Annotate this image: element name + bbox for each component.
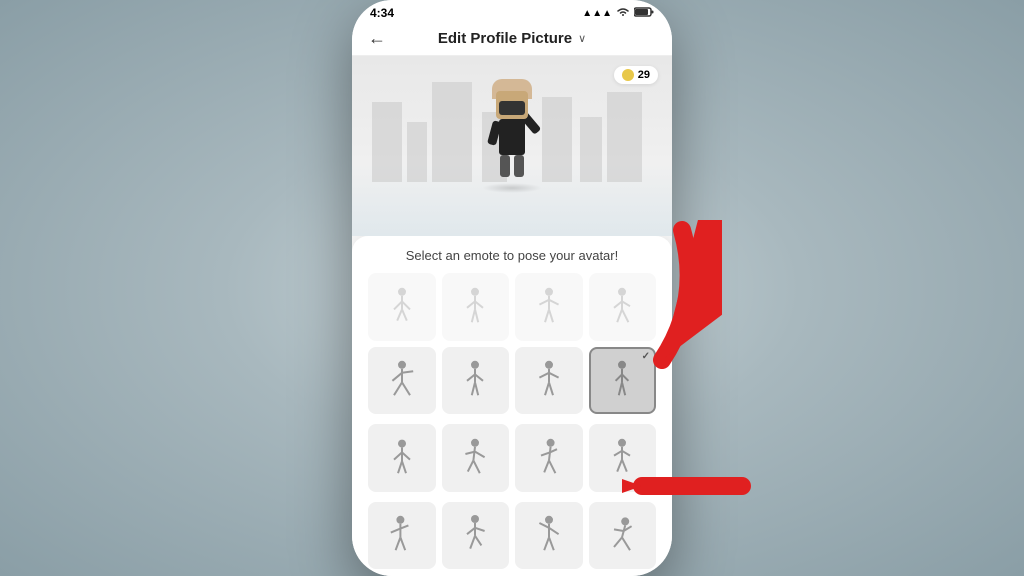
- emote-3[interactable]: [515, 347, 583, 415]
- page-title: Edit Profile Picture: [438, 30, 572, 47]
- emote-10[interactable]: [442, 502, 510, 570]
- status-time: 4:34: [370, 6, 394, 20]
- emote-figure-10: [459, 515, 491, 555]
- wifi-icon: [616, 7, 630, 20]
- emote-9[interactable]: [368, 502, 436, 570]
- emote-7[interactable]: [515, 424, 583, 492]
- emote-section: Select an emote to pose your avatar!: [352, 236, 672, 576]
- chevron-down-icon[interactable]: ∨: [578, 32, 586, 45]
- emote-figure-4: [606, 360, 638, 400]
- avatar-scene: 29: [352, 56, 672, 236]
- emote-figure-11: [533, 515, 565, 555]
- coin-badge: 29: [614, 66, 658, 84]
- emote-partial-2[interactable]: [442, 273, 510, 341]
- avatar-figure: [472, 71, 552, 191]
- avatar-legs: [500, 155, 524, 177]
- emote-figure-3: [533, 360, 565, 400]
- emote-4-selected[interactable]: [589, 347, 657, 415]
- emote-1[interactable]: [368, 347, 436, 415]
- signal-icon: ▲▲▲: [582, 8, 612, 19]
- emote-figure-5: [386, 438, 418, 478]
- avatar-shadow: [482, 183, 542, 193]
- emote-partial-3[interactable]: [515, 273, 583, 341]
- avatar-leg-right: [514, 155, 524, 177]
- emote-figure-12: [606, 515, 638, 555]
- status-bar: 4:34 ▲▲▲: [352, 0, 672, 22]
- emote-figure-7: [533, 438, 565, 478]
- avatar-body: [499, 119, 525, 155]
- battery-icon: [634, 7, 654, 20]
- emote-figure-p4: [606, 287, 638, 327]
- emote-8[interactable]: [589, 424, 657, 492]
- avatar-leg-left: [500, 155, 510, 177]
- back-button[interactable]: ←: [368, 28, 386, 49]
- emote-partial-1[interactable]: [368, 273, 436, 341]
- avatar-head: [496, 91, 528, 119]
- coin-count: 29: [638, 69, 650, 81]
- emote-figure-2: [459, 360, 491, 400]
- emote-2[interactable]: [442, 347, 510, 415]
- emote-row-partial: [368, 273, 656, 341]
- emote-grid-row1: [368, 347, 656, 415]
- emote-figure-1: [386, 360, 418, 400]
- emote-figure-8: [606, 438, 638, 478]
- emote-figure-6: [459, 438, 491, 478]
- emote-figure-p1: [386, 287, 418, 327]
- emote-6[interactable]: [442, 424, 510, 492]
- emote-partial-4[interactable]: [589, 273, 657, 341]
- emote-grid-row3: [368, 502, 656, 570]
- emote-5[interactable]: [368, 424, 436, 492]
- coin-icon: [622, 69, 634, 81]
- emote-prompt: Select an emote to pose your avatar!: [368, 248, 656, 263]
- avatar-mask: [499, 101, 525, 115]
- header: ← Edit Profile Picture ∨: [352, 22, 672, 56]
- emote-12[interactable]: [589, 502, 657, 570]
- avatar-arm-left: [487, 120, 502, 146]
- emote-figure-9: [386, 515, 418, 555]
- status-icons: ▲▲▲: [582, 7, 654, 20]
- emote-figure-p3: [533, 287, 565, 327]
- emote-11[interactable]: [515, 502, 583, 570]
- emote-figure-p2: [459, 287, 491, 327]
- emote-grid-row2: [368, 424, 656, 492]
